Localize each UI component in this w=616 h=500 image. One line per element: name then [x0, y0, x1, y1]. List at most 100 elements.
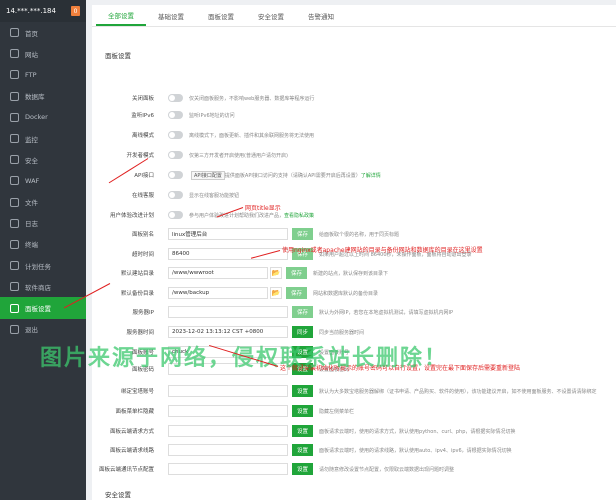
sidebar-item-label: Docker — [25, 113, 48, 122]
setting-desc: 面板请求云端时，使用的请求方式，默认使用python、curl、php，请根据实… — [319, 428, 516, 435]
toggle-switch[interactable] — [168, 131, 183, 139]
setting-button[interactable]: 设置 — [292, 463, 314, 475]
setting-label: 离线模式 — [131, 133, 154, 139]
sidebar-item[interactable]: 退出 — [0, 319, 86, 340]
sidebar-item[interactable]: 首页 — [0, 22, 86, 43]
sidebar-item-label: 退出 — [25, 326, 38, 335]
settings-tab[interactable]: 基础设置 — [146, 6, 196, 26]
settings-tab[interactable]: 告警通知 — [296, 6, 346, 26]
sidebar-item-label: WAF — [25, 176, 40, 185]
setting-input[interactable]: 2023-12-02 13:13:12 CST +0800 — [168, 326, 288, 338]
settings-tab[interactable]: 面板设置 — [196, 6, 246, 26]
setting-desc: 面板请求云端时，使用的请求线路，默认使用auto、ipv4、ipv6，请根据实际… — [319, 447, 512, 454]
monitor-icon — [10, 134, 19, 144]
ftp-icon — [10, 70, 19, 80]
toggle-switch[interactable] — [168, 191, 183, 199]
security-section-title: 安全设置 — [105, 491, 131, 499]
setting-button[interactable]: 保存 — [286, 287, 308, 299]
toggle-switch[interactable] — [168, 111, 183, 119]
setting-row-server_ip: 服务器IP 保存 默认为外网IP，若您在本地虚拟机测试，请填写虚拟机内网IP — [92, 305, 616, 319]
sidebar-item-label: 网站 — [25, 50, 38, 59]
toggle-switch[interactable] — [168, 171, 183, 179]
setting-button[interactable]: 同步 — [292, 326, 314, 338]
setting-button[interactable]: 设置 — [292, 425, 314, 437]
sidebar-item[interactable]: FTP — [0, 64, 86, 85]
sidebar-item[interactable]: 日志 — [0, 213, 86, 234]
sidebar-item[interactable]: 文件 — [0, 192, 86, 213]
sidebar-item[interactable]: 监控 — [0, 128, 86, 149]
sidebar-item[interactable]: 安全 — [0, 149, 86, 170]
setting-label: 默认建站目录 — [120, 271, 154, 277]
setting-button[interactable]: 保存 — [286, 267, 308, 279]
sidebar-item-label: 文件 — [25, 199, 38, 208]
setting-desc: 参与用户体验改进计划帮助我们改进产品，查看隐私政策 — [189, 212, 315, 219]
setting-row-close_panel: 关闭面板 仅关闭面板服务，不影响web服务器、数据库等程序运行 — [92, 91, 616, 105]
sidebar-item[interactable]: 面板设置 — [0, 297, 86, 319]
shield-icon — [10, 155, 19, 165]
store-icon — [10, 282, 19, 292]
setting-label: 超时时间 — [131, 252, 154, 258]
setting-row-cloud_method: 面板云端请求方式 设置 面板请求云端时，使用的请求方式，默认使用python、cur… — [92, 424, 616, 438]
sidebar-item[interactable]: Docker — [0, 107, 86, 128]
setting-input[interactable] — [168, 425, 288, 437]
setting-button[interactable]: 设置 — [292, 385, 314, 397]
docker-icon — [10, 112, 19, 122]
sidebar-item-label: 监控 — [25, 135, 38, 144]
setting-input[interactable] — [168, 385, 288, 397]
sidebar-item[interactable]: 网站 — [0, 43, 86, 64]
setting-row-alias: 面板别名 linux管理后台 保存 给面板取个很的名称，用于同页标题 — [92, 227, 616, 241]
detail-link[interactable]: 了解详情 — [361, 173, 381, 179]
setting-row-server_time: 服务器时间 2023-12-02 13:13:12 CST +0800 同步 同步当前… — [92, 325, 616, 339]
setting-desc: 请勿随意修改设置节点配置，仅限取云端数据出现问题时调整 — [319, 466, 455, 473]
setting-desc: 仅关闭面板服务，不影响web服务器、数据库等程序运行 — [189, 95, 315, 102]
sidebar-item-label: 计划任务 — [25, 262, 51, 271]
folder-icon — [10, 197, 19, 207]
server-header: 14.***.***.184 0 — [0, 0, 86, 22]
setting-desc: 给面板取个很的名称，用于同页标题 — [319, 231, 400, 238]
toggle-switch[interactable] — [168, 151, 183, 159]
notification-badge[interactable]: 0 — [71, 6, 80, 16]
setting-button[interactable]: 设置 — [292, 444, 314, 456]
setting-input[interactable]: 86400 — [168, 248, 288, 260]
setting-input[interactable]: /www/backup — [168, 287, 268, 299]
sidebar-item-label: 日志 — [25, 220, 38, 229]
detail-link[interactable]: 查看隐私政策 — [284, 213, 314, 219]
server-ip: 14.***.***.184 — [6, 7, 56, 15]
setting-desc: 默认为外网IP，若您在本地虚拟机测试，请填写虚拟机内网IP — [319, 309, 453, 316]
waf-icon — [10, 176, 19, 186]
setting-desc: 离线模式下，面板更新、插件和其余联网服务将无法使用 — [189, 132, 315, 139]
setting-button[interactable]: 保存 — [292, 228, 314, 240]
setting-input[interactable]: /www/wwwroot — [168, 267, 268, 279]
setting-input[interactable] — [168, 405, 288, 417]
setting-input[interactable] — [168, 444, 288, 456]
setting-desc: 仅第三方开发者开启使用(普通用户请勿开启) — [189, 152, 288, 159]
setting-button[interactable]: 保存 — [292, 306, 314, 318]
folder-icon[interactable]: 📂 — [270, 267, 282, 279]
settings-tab[interactable]: 全部设置 — [96, 6, 146, 26]
setting-desc: 新建的站点，默认保存到该目录下 — [313, 270, 389, 277]
sidebar-item[interactable]: 数据库 — [0, 86, 86, 107]
setting-input[interactable] — [168, 306, 288, 318]
globe-icon — [10, 49, 19, 59]
sidebar-item[interactable]: WAF — [0, 170, 86, 191]
settings-tabs: 全部设置 基础设置 面板设置 安全设置 告警通知 — [92, 5, 616, 27]
sidebar-item[interactable]: 终端 — [0, 234, 86, 255]
setting-input[interactable]: linux管理后台 — [168, 228, 288, 240]
setting-row-ipv6: 监听IPv6 监听IPv6地址的访问 — [92, 108, 616, 122]
setting-label: 开发者模式 — [126, 153, 154, 159]
sidebar-item[interactable]: 计划任务 — [0, 255, 86, 276]
setting-input[interactable] — [168, 463, 288, 475]
setting-row-offline: 离线模式 离线模式下，面板更新、插件和其余联网服务将无法使用 — [92, 128, 616, 142]
folder-icon[interactable]: 📂 — [270, 287, 282, 299]
toggle-switch[interactable] — [168, 94, 183, 102]
settings-tab[interactable]: 安全设置 — [246, 6, 296, 26]
setting-button[interactable]: 设置 — [292, 405, 314, 417]
setting-desc: 网站和数据库默认的备份目录 — [313, 290, 379, 297]
api-config-button[interactable]: API接口配置 — [191, 170, 225, 180]
sidebar-item[interactable]: 软件商店 — [0, 276, 86, 297]
setting-row-ux: 用户体验改进计划 参与用户体验改进计划帮助我们改进产品，查看隐私政策 — [92, 208, 616, 222]
toggle-switch[interactable] — [168, 211, 183, 219]
setting-label: 服务器IP — [132, 310, 154, 316]
terminal-icon — [10, 239, 19, 249]
setting-desc: 显示在线客服功能按钮 — [189, 192, 240, 199]
